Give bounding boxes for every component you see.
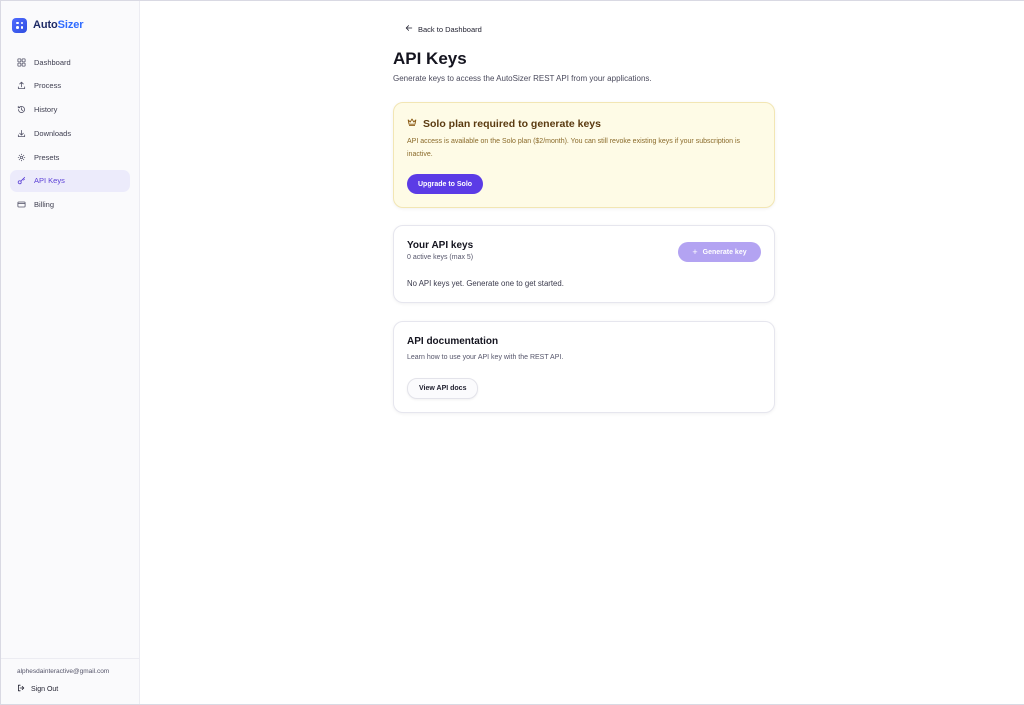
notice-text: API access is available on the Solo plan… (407, 138, 741, 158)
brand-name: AutoSizer (33, 19, 84, 31)
sidebar-item-downloads[interactable]: Downloads (10, 122, 130, 144)
api-keys-card-title: Your API keys (407, 240, 474, 251)
gear-icon (17, 153, 26, 162)
view-api-docs-button[interactable]: View API docs (407, 378, 479, 399)
dashboard-icon (17, 57, 26, 67)
crown-icon (407, 117, 417, 130)
sign-out-button[interactable]: Sign Out (17, 684, 123, 694)
empty-keys-message: No API keys yet. Generate one to get sta… (407, 279, 564, 288)
plan-required-notice: Solo plan required to generate keys API … (393, 102, 775, 208)
history-icon (17, 105, 26, 114)
upload-icon (17, 81, 26, 90)
sidebar-item-label: Process (34, 81, 62, 91)
key-icon (17, 176, 26, 185)
notice-title-text: Solo plan required to generate keys (423, 117, 601, 130)
page-title: API Keys (393, 49, 467, 68)
sidebar-item-history[interactable]: History (10, 99, 130, 121)
sidebar-item-process[interactable]: Process (10, 75, 130, 97)
credit-card-icon (17, 200, 26, 209)
plus-icon: + (692, 246, 698, 257)
back-to-dashboard-link[interactable]: Back to Dashboard (405, 24, 482, 34)
api-docs-card-title: API documentation (407, 336, 499, 347)
arrow-left-icon (405, 24, 413, 34)
api-keys-card: Your API keys 0 active keys (max 5) + Ge… (393, 225, 775, 303)
sidebar-nav: Dashboard Process History Downloads Pres… (1, 39, 139, 218)
sidebar-item-label: Billing (34, 200, 55, 210)
user-email: alphesdainteractive@gmail.com (17, 668, 110, 675)
sidebar-item-label: API Keys (34, 176, 65, 186)
sign-out-label: Sign Out (31, 685, 59, 693)
page-subtitle: Generate keys to access the AutoSizer RE… (393, 74, 652, 83)
sidebar-item-label: Dashboard (34, 57, 71, 67)
notice-title: Solo plan required to generate keys (407, 117, 601, 130)
api-docs-description: Learn how to use your API key with the R… (407, 354, 564, 361)
sidebar-item-label: Presets (34, 152, 60, 162)
sidebar-item-label: Downloads (34, 128, 72, 138)
sidebar-item-billing[interactable]: Billing (10, 194, 130, 216)
upgrade-to-solo-button[interactable]: Upgrade to Solo (407, 174, 484, 194)
sidebar-item-presets[interactable]: Presets (10, 146, 130, 168)
sign-out-icon (17, 684, 25, 694)
brand[interactable]: AutoSizer (1, 1, 139, 39)
autosizer-logo-icon (12, 17, 27, 33)
generate-key-button[interactable]: + Generate key (678, 242, 761, 262)
sidebar-item-dashboard[interactable]: Dashboard (10, 51, 130, 73)
sidebar-footer: alphesdainteractive@gmail.com Sign Out (1, 658, 139, 704)
download-icon (17, 129, 26, 138)
sidebar: AutoSizer Dashboard Process History Down… (1, 1, 140, 704)
sidebar-item-label: History (34, 105, 58, 115)
active-keys-count: 0 active keys (max 5) (407, 254, 474, 261)
back-label: Back to Dashboard (418, 24, 482, 34)
app-window: AutoSizer Dashboard Process History Down… (0, 0, 1024, 705)
sidebar-item-api-keys[interactable]: API Keys (10, 169, 130, 192)
api-docs-card: API documentation Learn how to use your … (393, 321, 775, 413)
generate-key-label: Generate key (702, 248, 747, 256)
main-content: Back to Dashboard API Keys Generate keys… (140, 1, 1024, 704)
